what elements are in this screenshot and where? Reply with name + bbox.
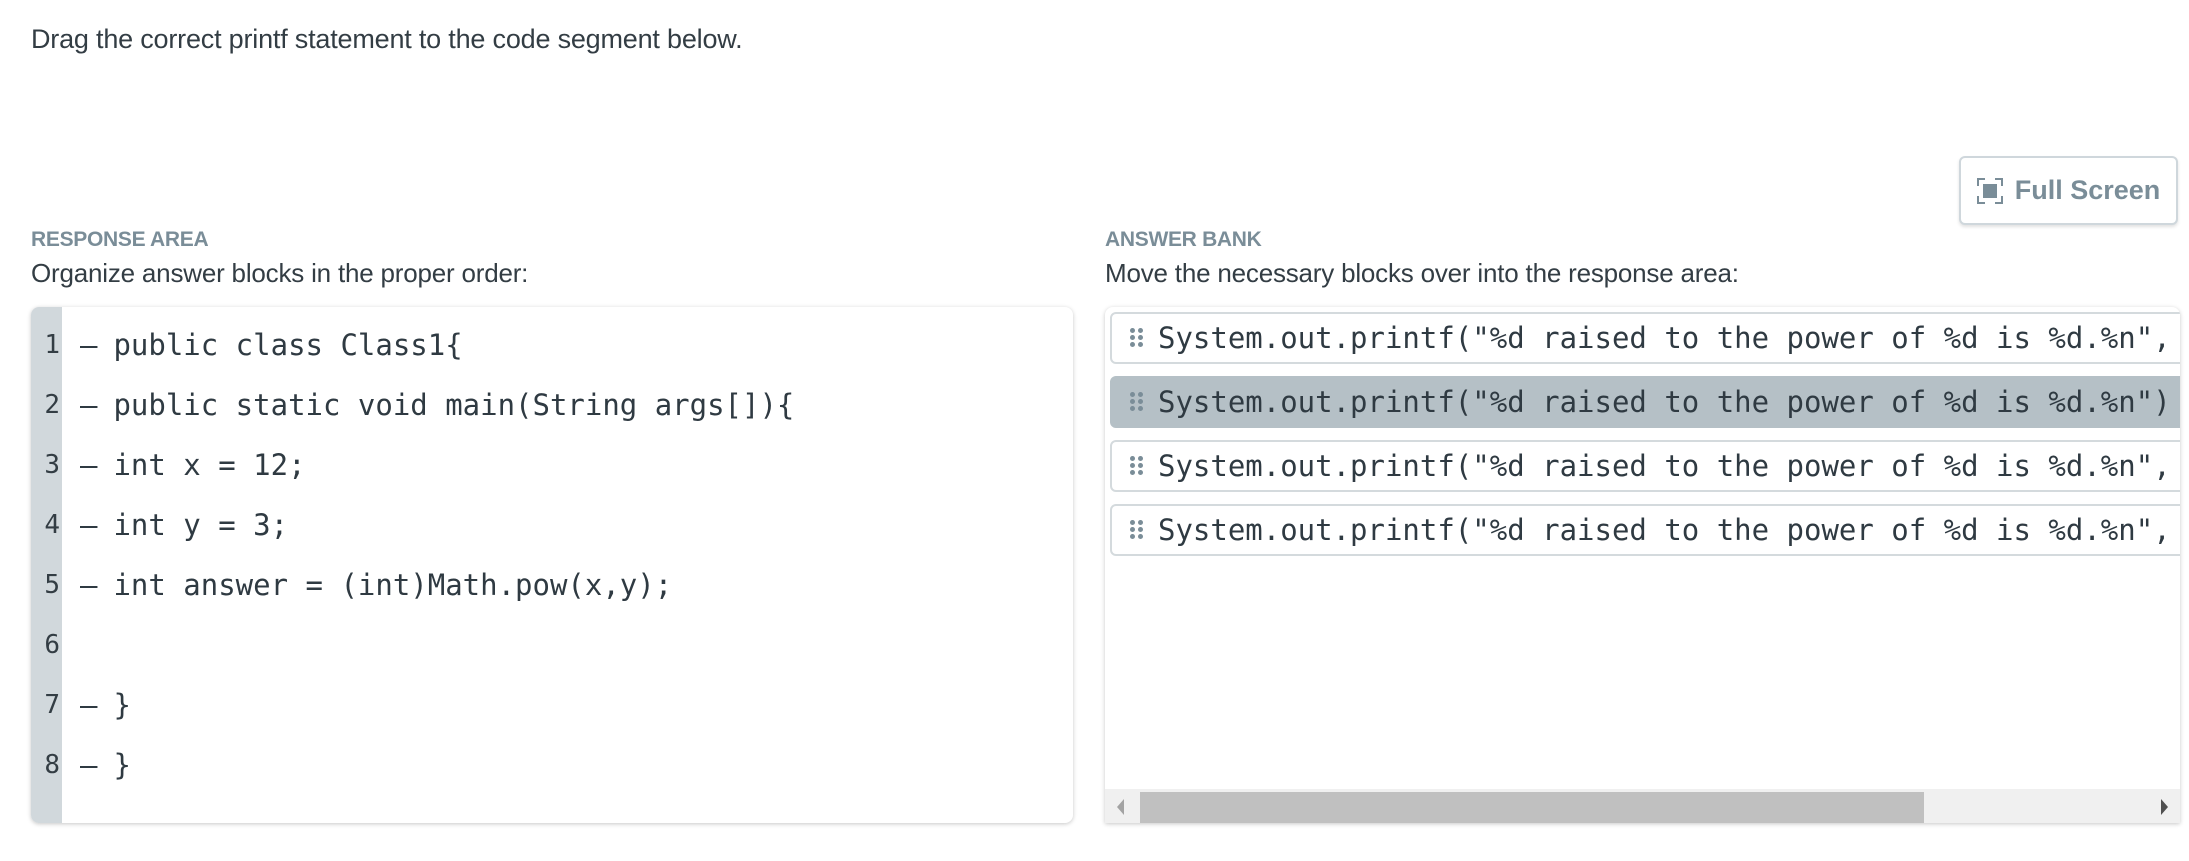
code-text: } <box>113 748 131 782</box>
drag-handle-icon[interactable] <box>1130 328 1144 348</box>
code-line[interactable]: 1– public class Class1{ <box>31 315 463 375</box>
line-number: 5 <box>44 570 60 600</box>
full-screen-label: Full Screen <box>2014 175 2161 205</box>
code-line[interactable]: 3– int x = 12; <box>31 435 306 495</box>
scroll-left-arrow-icon[interactable] <box>1117 799 1124 815</box>
scrollbar-thumb[interactable] <box>1140 792 1924 823</box>
answer-block[interactable]: System.out.printf("%d raised to the powe… <box>1110 312 2180 364</box>
horizontal-scrollbar[interactable] <box>1105 789 2180 823</box>
line-number: 6 <box>44 630 60 660</box>
response-area-subtitle: Organize answer blocks in the proper ord… <box>31 258 529 288</box>
line-number: 1 <box>44 330 60 360</box>
response-area-title: RESPONSE AREA <box>31 228 209 251</box>
line-dash: – <box>80 328 98 362</box>
code-text: } <box>113 688 131 722</box>
answer-block-text: System.out.printf("%d raised to the powe… <box>1158 321 2171 355</box>
drag-handle-icon[interactable] <box>1130 520 1144 540</box>
answer-block-text: System.out.printf("%d raised to the powe… <box>1158 385 2171 419</box>
line-dash: – <box>80 508 98 542</box>
answer-bank-title: ANSWER BANK <box>1105 228 1262 251</box>
scroll-right-arrow-icon[interactable] <box>2161 799 2168 815</box>
answer-block[interactable]: System.out.printf("%d raised to the powe… <box>1110 440 2180 492</box>
answer-bank-subtitle: Move the necessary blocks over into the … <box>1105 258 1739 288</box>
code-text: public class Class1{ <box>113 328 463 362</box>
line-dash: – <box>80 748 98 782</box>
code-line[interactable]: 7–} <box>31 675 131 735</box>
code-line[interactable]: 2– public static void main(String args[])… <box>31 375 794 435</box>
code-line[interactable]: 4– int y = 3; <box>31 495 288 555</box>
full-screen-button[interactable]: Full Screen <box>1959 156 2178 225</box>
line-dash: – <box>80 688 98 722</box>
line-dash: – <box>80 388 98 422</box>
code-text: int x = 12; <box>113 448 306 482</box>
drag-handle-icon[interactable] <box>1130 392 1144 412</box>
line-number: 3 <box>44 450 60 480</box>
code-line[interactable]: 5– int answer = (int)Math.pow(x,y); <box>31 555 672 615</box>
answer-block-text: System.out.printf("%d raised to the powe… <box>1158 513 2171 547</box>
question-prompt: Drag the correct printf statement to the… <box>31 24 743 54</box>
line-number: 2 <box>44 390 60 420</box>
code-text: int y = 3; <box>113 508 289 542</box>
answer-block-text: System.out.printf("%d raised to the powe… <box>1158 449 2171 483</box>
code-text: int answer = (int)Math.pow(x,y); <box>113 568 673 602</box>
line-number: 7 <box>44 690 60 720</box>
empty-drop-slot[interactable]: 6 <box>31 615 96 675</box>
line-number: 4 <box>44 510 60 540</box>
code-line[interactable]: 8–} <box>31 735 131 795</box>
line-dash: – <box>80 448 98 482</box>
line-dash: – <box>80 568 98 602</box>
answer-block[interactable]: System.out.printf("%d raised to the powe… <box>1110 504 2180 556</box>
answer-block-selected[interactable]: System.out.printf("%d raised to the powe… <box>1110 376 2180 428</box>
response-area[interactable]: 1– public class Class1{ 2– public static v… <box>31 307 1073 823</box>
line-number: 8 <box>44 750 60 780</box>
code-text: public static void main(String args[]){ <box>113 388 795 422</box>
fullscreen-icon <box>1976 177 2003 204</box>
drag-handle-icon[interactable] <box>1130 456 1144 476</box>
answer-bank[interactable]: System.out.printf("%d raised to the powe… <box>1105 307 2180 823</box>
